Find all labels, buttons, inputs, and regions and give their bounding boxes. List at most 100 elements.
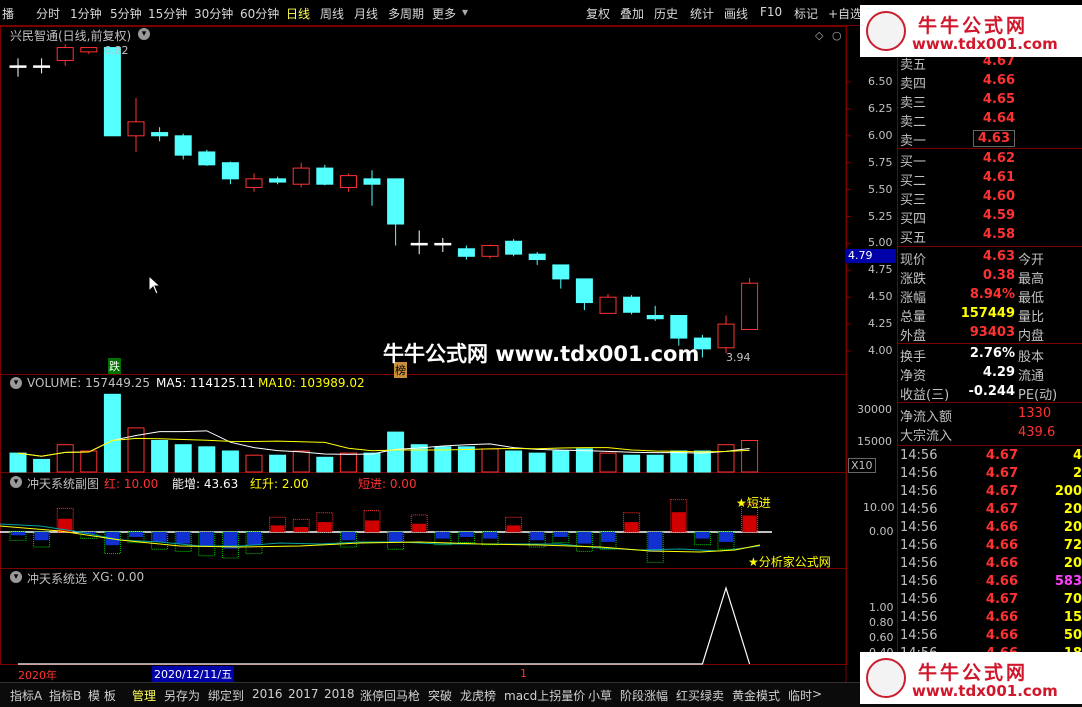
sub-blue-bar bbox=[388, 532, 403, 542]
bottom-tab-2[interactable]: 模 板 bbox=[88, 687, 116, 704]
btn-mark[interactable]: 标记 bbox=[794, 5, 818, 22]
tick-row[interactable]: 14:56 4.67 2 bbox=[898, 466, 1082, 484]
tab-partial[interactable]: 播 bbox=[2, 5, 14, 22]
price-tick: 5.75 bbox=[868, 155, 893, 169]
tick-row[interactable]: 14:56 4.66 583 bbox=[898, 574, 1082, 592]
tab-weekly[interactable]: 周线 bbox=[320, 5, 344, 22]
stat-row[interactable]: 总量 157449 量比 bbox=[898, 306, 1082, 325]
bottom-tab-5[interactable]: 绑定到 bbox=[208, 687, 244, 704]
bid-label: 买三 bbox=[900, 193, 927, 208]
tick-row[interactable]: 14:56 4.67 200 bbox=[898, 484, 1082, 502]
chevron-down-icon[interactable]: ▾ bbox=[138, 28, 150, 40]
ask-row[interactable]: 卖三 4.65 bbox=[898, 92, 1082, 111]
bottom-tab-17[interactable]: 临时 bbox=[788, 687, 812, 704]
bottom-tab-11[interactable]: 龙虎榜 bbox=[460, 687, 496, 704]
candle-body bbox=[505, 240, 523, 255]
bottom-tab-12[interactable]: macd上拐量价 bbox=[504, 687, 585, 704]
flow-value: 1330 bbox=[1018, 406, 1052, 421]
bottom-tab-1[interactable]: 指标B bbox=[49, 687, 81, 704]
tab-5min[interactable]: 5分钟 bbox=[110, 5, 142, 22]
ask-row[interactable]: 卖二 4.64 bbox=[898, 111, 1082, 130]
ask-row[interactable]: 卖四 4.66 bbox=[898, 73, 1082, 92]
chevron-down-icon[interactable]: ▾ bbox=[10, 377, 22, 389]
price-tick: 4.00 bbox=[868, 344, 893, 357]
tick-row[interactable]: 14:56 4.66 72 bbox=[898, 538, 1082, 556]
btn-draw[interactable]: 画线 bbox=[724, 5, 748, 22]
diamond-icon[interactable]: ◇ bbox=[815, 29, 823, 42]
bottom-tab-4[interactable]: 另存为 bbox=[164, 687, 200, 704]
chevron-down-icon[interactable]: ▾ bbox=[10, 476, 22, 488]
bid-row[interactable]: 买一 4.62 bbox=[898, 151, 1082, 170]
flow-row[interactable]: 净流入额 1330 bbox=[898, 406, 1082, 425]
candle-body bbox=[339, 175, 357, 188]
bid-label: 买五 bbox=[900, 231, 927, 246]
tab-30min[interactable]: 30分钟 bbox=[194, 5, 233, 22]
chevron-down-icon[interactable]: ▾ bbox=[10, 571, 22, 583]
flow-row[interactable]: 大宗流入 439.6 bbox=[898, 425, 1082, 444]
tab-15min[interactable]: 15分钟 bbox=[148, 5, 187, 22]
candle-body bbox=[457, 248, 475, 257]
bottom-tab-16[interactable]: 黄金模式 bbox=[732, 687, 780, 704]
stat-label: 外盘 bbox=[900, 329, 927, 344]
tab-multi-period[interactable]: 多周期 bbox=[388, 5, 424, 22]
tick-row[interactable]: 14:56 4.67 70 bbox=[898, 592, 1082, 610]
tick-row[interactable]: 14:56 4.66 50 bbox=[898, 628, 1082, 646]
btn-f10[interactable]: F10 bbox=[760, 5, 782, 19]
tick-row[interactable]: 14:56 4.66 20 bbox=[898, 520, 1082, 538]
bottom-tab-0[interactable]: 指标A bbox=[10, 687, 42, 704]
btn-stats[interactable]: 统计 bbox=[690, 5, 714, 22]
bid-row[interactable]: 买三 4.60 bbox=[898, 189, 1082, 208]
stat-label-2: 最低 bbox=[1018, 291, 1045, 306]
candle-body bbox=[481, 245, 499, 257]
bottom-tab-10[interactable]: 突破 bbox=[428, 687, 452, 704]
tick-price: 4.66 bbox=[985, 556, 1018, 571]
bid-price: 4.61 bbox=[982, 170, 1015, 185]
btn-overlay[interactable]: 叠加 bbox=[620, 5, 644, 22]
stat-row[interactable]: 外盘 93403 内盘 bbox=[898, 325, 1082, 344]
btn-add-watchlist[interactable]: +自选 bbox=[828, 5, 862, 22]
tab-1min[interactable]: 1分钟 bbox=[70, 5, 102, 22]
stat-row[interactable]: 收益(三) -0.244 PE(动) bbox=[898, 384, 1082, 403]
tab-daily[interactable]: 日线 bbox=[286, 5, 310, 22]
divider bbox=[898, 148, 1082, 149]
bottom-tab-8[interactable]: 2018 bbox=[324, 687, 355, 701]
circle-icon[interactable]: ○ bbox=[832, 29, 842, 42]
stat-row[interactable]: 净资 4.29 流通 bbox=[898, 365, 1082, 384]
ask-price: 4.64 bbox=[982, 111, 1015, 126]
bottom-tab-9[interactable]: 涨停回马枪 bbox=[360, 687, 420, 704]
divider bbox=[898, 402, 1082, 403]
btn-restore-rights[interactable]: 复权 bbox=[586, 5, 610, 22]
bottom-tab-15[interactable]: 红买绿卖 bbox=[676, 687, 724, 704]
bottom-tab-3[interactable]: 管理 bbox=[132, 687, 156, 704]
tick-time: 14:56 bbox=[900, 592, 938, 607]
scroll-right-icon[interactable]: > bbox=[812, 687, 822, 701]
stat-row[interactable]: 涨跌 0.38 最高 bbox=[898, 268, 1082, 287]
bottom-tab-13[interactable]: 小草 bbox=[588, 687, 612, 704]
btn-history[interactable]: 历史 bbox=[654, 5, 678, 22]
bid-row[interactable]: 买四 4.59 bbox=[898, 208, 1082, 227]
bid-row[interactable]: 买二 4.61 bbox=[898, 170, 1082, 189]
tab-intraday[interactable]: 分时 bbox=[36, 5, 60, 22]
stat-row[interactable]: 现价 4.63 今开 bbox=[898, 249, 1082, 268]
bid-row[interactable]: 买五 4.58 bbox=[898, 227, 1082, 246]
stat-row[interactable]: 换手 2.76% 股本 bbox=[898, 346, 1082, 365]
stat-label-2: 流通 bbox=[1018, 369, 1045, 384]
tick-row[interactable]: 14:56 4.67 4 bbox=[898, 448, 1082, 466]
stat-row[interactable]: 涨幅 8.94% 最低 bbox=[898, 287, 1082, 306]
sub-blue-bar bbox=[483, 532, 497, 539]
tab-more[interactable]: 更多 bbox=[432, 5, 456, 22]
bottom-tab-14[interactable]: 阶段涨幅 bbox=[620, 687, 668, 704]
flow-label: 大宗流入 bbox=[900, 429, 953, 444]
ask-label: 卖三 bbox=[900, 96, 927, 111]
bottom-tab-7[interactable]: 2017 bbox=[288, 687, 319, 701]
tab-monthly[interactable]: 月线 bbox=[354, 5, 378, 22]
sub-blue-bar bbox=[530, 532, 545, 541]
chevron-down-icon[interactable]: ▾ bbox=[462, 5, 468, 19]
bottom-tab-6[interactable]: 2016 bbox=[252, 687, 283, 701]
tab-60min[interactable]: 60分钟 bbox=[240, 5, 279, 22]
tick-row[interactable]: 14:56 4.66 20 bbox=[898, 556, 1082, 574]
tick-row[interactable]: 14:56 4.67 20 bbox=[898, 502, 1082, 520]
ask-row[interactable]: 卖一 4.63 bbox=[898, 130, 1082, 149]
tick-row[interactable]: 14:56 4.66 15 bbox=[898, 610, 1082, 628]
volume-bar bbox=[174, 444, 192, 473]
